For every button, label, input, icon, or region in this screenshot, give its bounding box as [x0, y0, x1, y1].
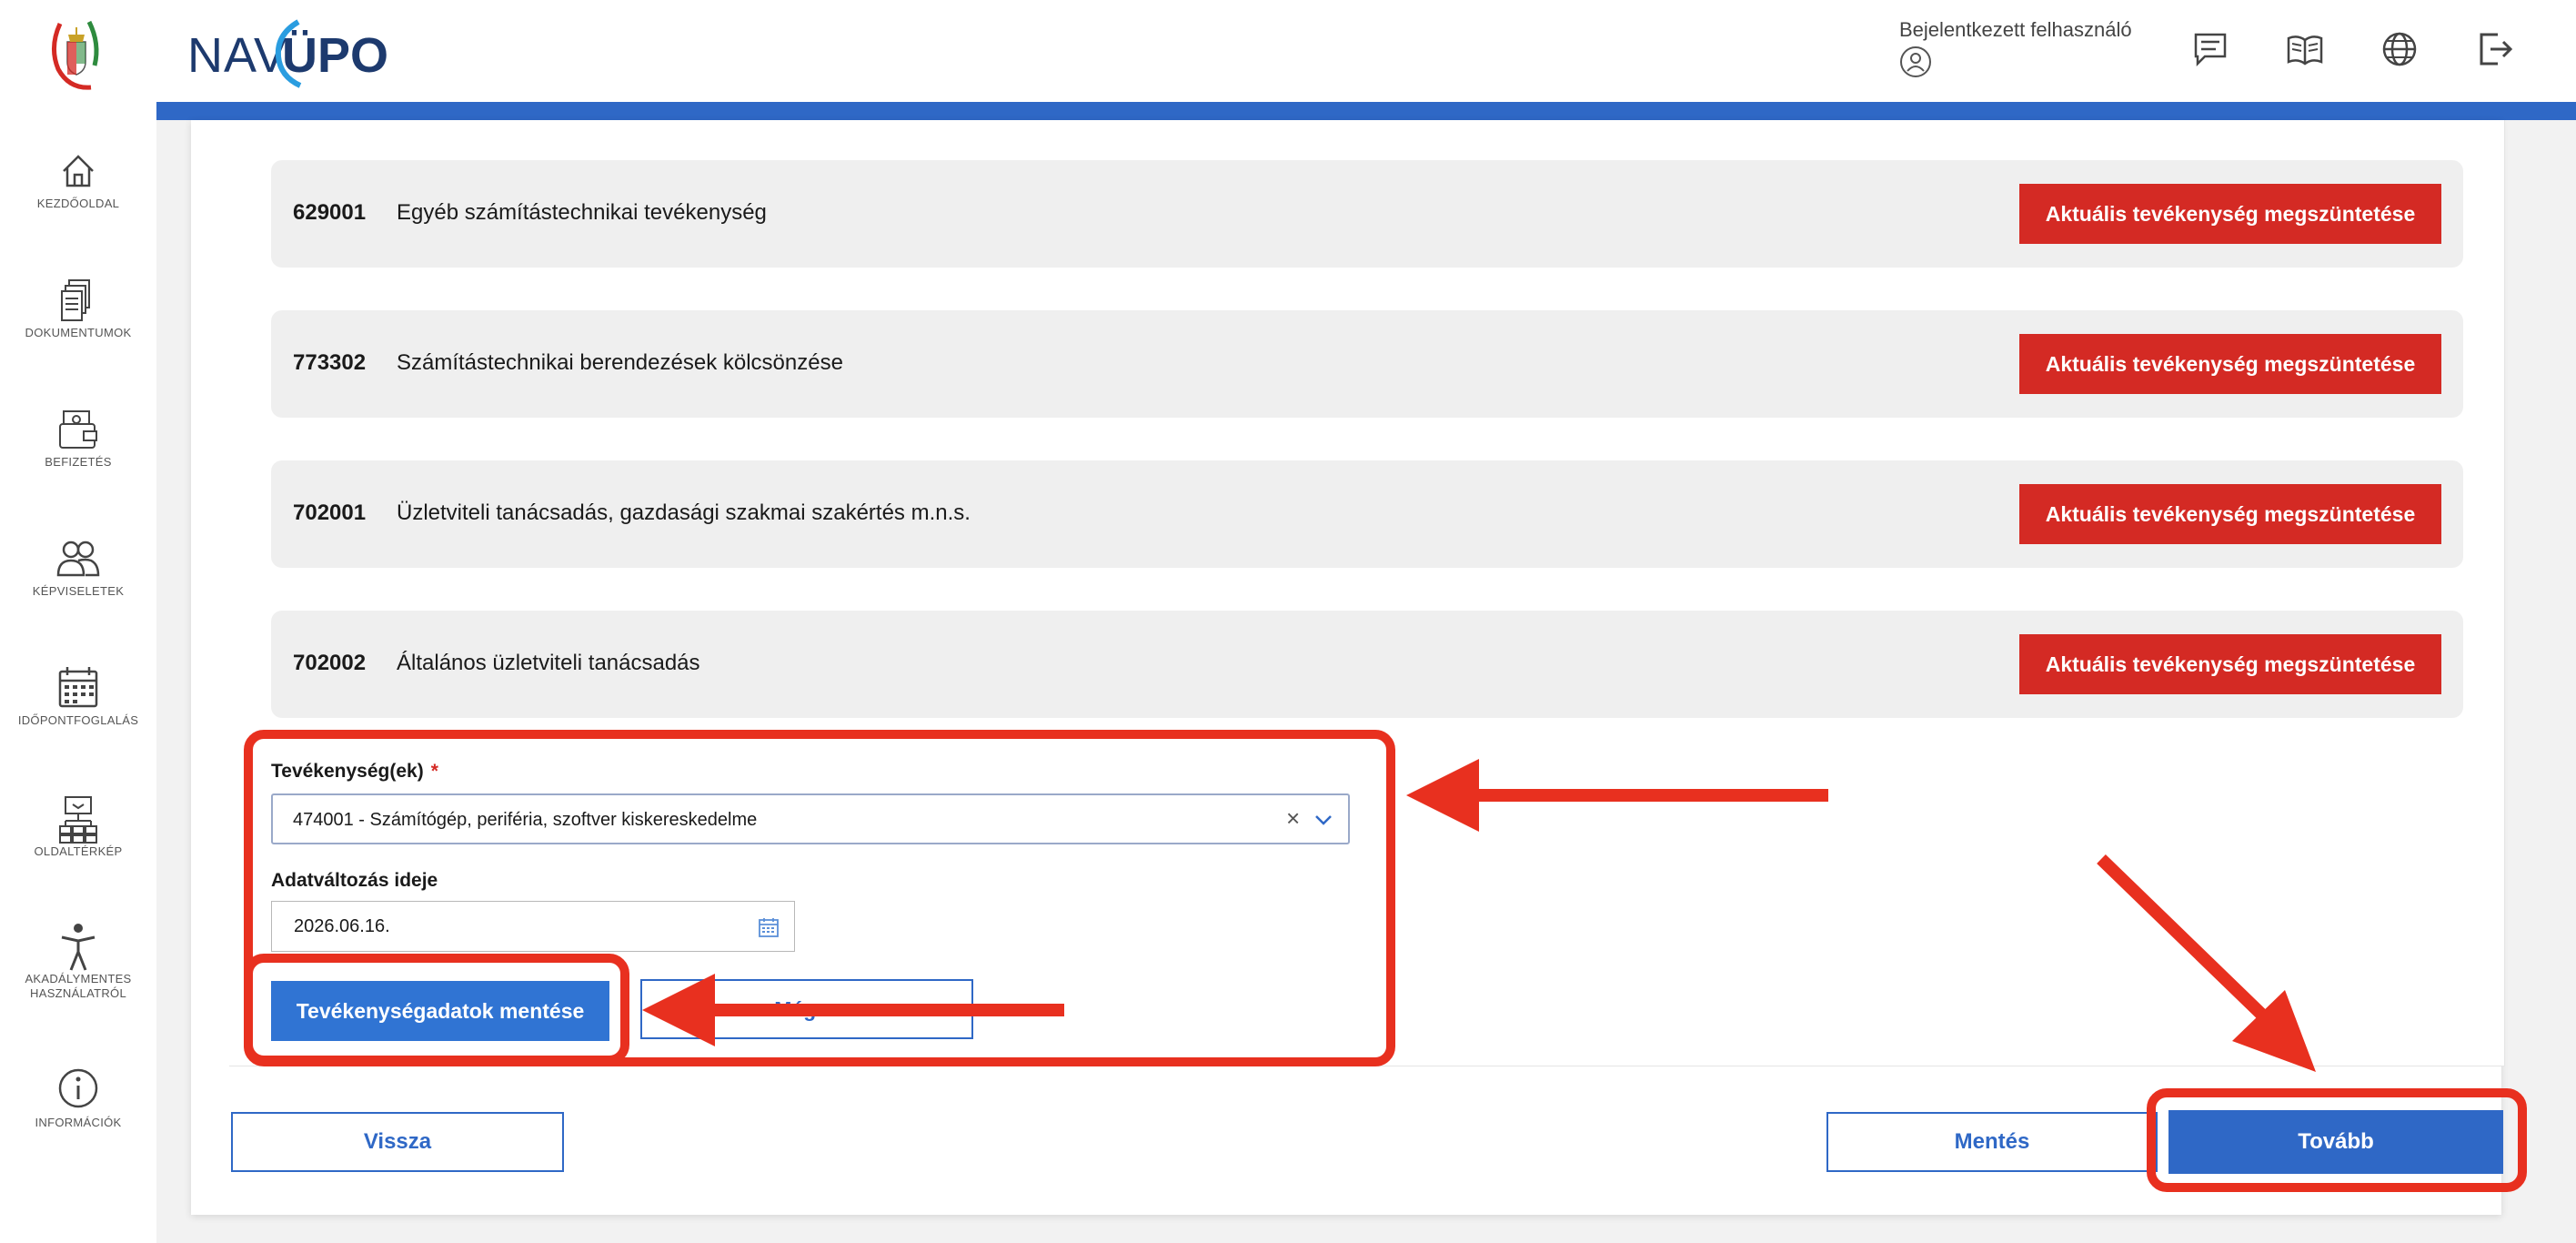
- activity-name: Számítástechnikai berendezések kölcsönzé…: [397, 350, 843, 375]
- message-icon[interactable]: [2190, 29, 2230, 69]
- activity-code: 702002: [293, 651, 367, 675]
- sidebar-item-information[interactable]: INFORMÁCIÓK: [0, 1065, 156, 1165]
- save-button[interactable]: Mentés: [1826, 1112, 2158, 1172]
- logout-icon[interactable]: [2474, 29, 2514, 69]
- terminate-activity-button[interactable]: Aktuális tevékenység megszüntetése: [2019, 484, 2441, 544]
- globe-icon[interactable]: [2380, 29, 2420, 69]
- activity-row: 702002 Általános üzletviteli tanácsadás …: [271, 611, 2463, 718]
- save-activity-data-button[interactable]: Tevékenységadatok mentése: [271, 981, 609, 1041]
- user-avatar-icon[interactable]: [1899, 45, 1932, 78]
- sidebar-item-appointments[interactable]: IDŐPONTFOGLALÁS: [0, 662, 156, 763]
- info-icon: [58, 1068, 98, 1108]
- sidebar-item-home[interactable]: KEZDŐOLDAL: [0, 146, 156, 246]
- sidebar-item-sitemap[interactable]: OLDALTÉRKÉP: [0, 793, 156, 894]
- activity-name: Üzletviteli tanácsadás, gazdasági szakma…: [397, 500, 971, 525]
- sidebar-item-label: AKADÁLYMENTES: [25, 972, 132, 985]
- sidebar-item-documents[interactable]: DOKUMENTUMOK: [0, 275, 156, 375]
- clear-selection-icon[interactable]: ×: [1286, 804, 1300, 833]
- activity-select-value: 474001 - Számítógép, periféria, szoftver…: [293, 810, 758, 830]
- sidebar-item-label: KEZDŐOLDAL: [36, 197, 120, 210]
- back-button[interactable]: Vissza: [231, 1112, 564, 1172]
- terminate-activity-button[interactable]: Aktuális tevékenység megszüntetése: [2019, 334, 2441, 394]
- required-mark: *: [430, 761, 438, 782]
- sidebar-item-label: OLDALTÉRKÉP: [34, 844, 123, 858]
- change-date-input[interactable]: 2026.06.16.: [271, 901, 795, 952]
- activity-select[interactable]: 474001 - Számítógép, periféria, szoftver…: [271, 793, 1350, 844]
- activity-code: 773302: [293, 350, 367, 375]
- chevron-down-icon[interactable]: [1313, 810, 1333, 830]
- activity-row: 702001 Üzletviteli tanácsadás, gazdasági…: [271, 460, 2463, 568]
- activity-field-label: Tevékenység(ek) *: [271, 761, 438, 783]
- terminate-activity-button[interactable]: Aktuális tevékenység megszüntetése: [2019, 184, 2441, 244]
- people-icon: [56, 541, 100, 577]
- sitemap-icon: [59, 796, 97, 844]
- sidebar-item-label: BEFIZETÉS: [45, 455, 112, 469]
- change-date-value: 2026.06.16.: [294, 916, 390, 936]
- header-accent-bar: [156, 102, 2576, 120]
- activity-name: Egyéb számítástechnikai tevékenység: [397, 200, 767, 225]
- documents-icon: [61, 279, 90, 321]
- activity-row: 773302 Számítástechnikai berendezések kö…: [271, 310, 2463, 418]
- book-icon[interactable]: [2285, 29, 2325, 69]
- date-field-label: Adatváltozás ideje: [271, 870, 438, 891]
- home-icon: [63, 155, 94, 187]
- sidebar-item-label: INFORMÁCIÓK: [35, 1116, 122, 1129]
- sidebar-item-label: IDŐPONTFOGLALÁS: [17, 713, 139, 727]
- sidebar-item-payment[interactable]: BEFIZETÉS: [0, 404, 156, 504]
- activity-code: 629001: [293, 200, 367, 225]
- sidebar-item-accessibility[interactable]: AKADÁLYMENTES HASZNÁLATRÓL: [0, 921, 156, 1030]
- sidebar-item-label-line2: HASZNÁLATRÓL: [30, 986, 126, 1000]
- sidebar-item-label: KÉPVISELETEK: [32, 584, 125, 598]
- logo-upo-text: ÜPO: [282, 28, 389, 83]
- activity-code: 702001: [293, 500, 367, 525]
- terminate-activity-button[interactable]: Aktuális tevékenység megszüntetése: [2019, 634, 2441, 694]
- accessibility-icon: [61, 924, 96, 971]
- sidebar: KEZDŐOLDAL DOKUMENTUMOK BEFIZETÉS KÉPVIS…: [0, 0, 156, 1243]
- logged-in-user-label: Bejelentkezett felhasználó: [1899, 18, 2132, 41]
- calendar-icon: [58, 667, 98, 708]
- activity-name: Általános üzletviteli tanácsadás: [397, 651, 700, 675]
- activity-row: 629001 Egyéb számítástechnikai tevékenys…: [271, 160, 2463, 268]
- sidebar-item-representations[interactable]: KÉPVISELETEK: [0, 533, 156, 633]
- payment-icon: [59, 410, 97, 449]
- activity-label-text: Tevékenység(ek): [271, 761, 424, 782]
- cancel-activity-button[interactable]: Mégse: [640, 979, 973, 1039]
- hungarian-crest-logo: [52, 20, 99, 90]
- sidebar-item-label: DOKUMENTUMOK: [25, 326, 132, 339]
- calendar-picker-icon[interactable]: [758, 916, 780, 938]
- next-button[interactable]: Tovább: [2168, 1110, 2503, 1174]
